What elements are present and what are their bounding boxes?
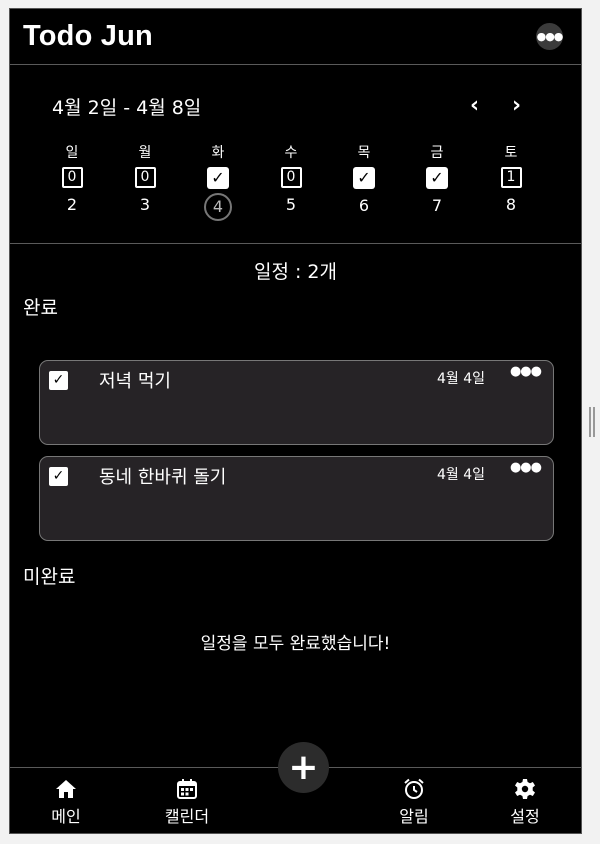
week-range-label: 4월 2일 - 4월 8일 (52, 97, 202, 119)
day-complete-check-icon: ✓ (353, 167, 375, 189)
chevron-left-icon[interactable]: ‹ (470, 95, 479, 117)
day-task-count: 1 (500, 167, 522, 188)
nav-label: 캘린더 (164, 807, 210, 826)
nav-item-calendar[interactable]: 캘린더 (147, 768, 227, 827)
day-name: 월 (138, 145, 152, 161)
nav-label: 알림 (399, 807, 429, 826)
day-date: 2 (66, 195, 78, 214)
plus-icon: + (288, 746, 319, 788)
day-date: 3 (139, 195, 151, 214)
task-more-icon[interactable]: ●●● (510, 364, 542, 379)
day-name: 금 (430, 145, 444, 161)
gear-icon (515, 779, 535, 799)
day-task-count: 0 (134, 167, 156, 188)
checkbox-checked-icon[interactable]: ✓ (49, 467, 68, 486)
task-date: 4월 4일 (436, 371, 485, 387)
nav-item-main[interactable]: 메인 (26, 768, 106, 827)
task-title: 동네 한바퀴 돌기 (99, 467, 227, 488)
more-options-button[interactable]: ●●● (536, 23, 563, 50)
task-card[interactable]: ✓ 동네 한바퀴 돌기 4월 4일 ●●● (39, 456, 554, 541)
nav-item-alarm[interactable]: 알림 (374, 768, 454, 827)
day-complete-check-icon: ✓ (207, 167, 229, 189)
day-thursday[interactable]: 목 ✓ 6 (344, 143, 384, 219)
day-date: 8 (505, 195, 517, 214)
day-saturday[interactable]: 토 1 8 (491, 143, 531, 218)
add-task-button[interactable]: + (278, 742, 329, 793)
day-task-count: 0 (280, 167, 302, 188)
day-name: 목 (357, 145, 371, 161)
task-card[interactable]: ✓ 저녁 먹기 4월 4일 ●●● (39, 360, 554, 445)
nav-label: 메인 (51, 807, 81, 826)
empty-state-message: 일정을 모두 완료했습니다! (200, 634, 391, 654)
task-more-icon[interactable]: ●●● (510, 460, 542, 475)
week-selector: 4월 2일 - 4월 8일 ‹ › 일 0 2 월 0 3 화 ✓ 4 수 0 … (10, 65, 581, 244)
day-date: 5 (285, 195, 297, 214)
app-title: Todo Jun (23, 20, 153, 52)
calendar-icon (177, 779, 197, 799)
chevron-right-icon[interactable]: › (512, 95, 521, 117)
task-summary: 일정 : 2개 (253, 261, 337, 283)
completed-section-title: 완료 (23, 297, 58, 319)
task-date: 4월 4일 (436, 467, 485, 483)
alarm-clock-icon (404, 778, 424, 799)
day-date-today: 4 (198, 193, 238, 221)
ellipsis-icon: ●●● (536, 30, 564, 43)
nav-item-settings[interactable]: 설정 (485, 768, 565, 827)
day-name: 토 (504, 145, 518, 161)
app-header: Todo Jun ●●● (10, 9, 581, 65)
resize-handle[interactable] (589, 407, 595, 437)
day-monday[interactable]: 월 0 3 (125, 143, 165, 218)
day-name: 수 (284, 145, 298, 161)
day-name: 화 (211, 145, 225, 161)
checkbox-checked-icon[interactable]: ✓ (49, 371, 68, 390)
day-friday[interactable]: 금 ✓ 7 (417, 143, 457, 219)
day-tuesday[interactable]: 화 ✓ 4 (198, 143, 238, 221)
day-sunday[interactable]: 일 0 2 (52, 143, 92, 218)
home-icon (56, 780, 76, 798)
nav-label: 설정 (510, 807, 540, 826)
day-name: 일 (65, 145, 79, 161)
day-date: 6 (358, 196, 370, 215)
task-title: 저녁 먹기 (99, 371, 171, 392)
day-date: 7 (431, 196, 443, 215)
day-wednesday[interactable]: 수 0 5 (271, 143, 311, 218)
incomplete-section-title: 미완료 (23, 566, 76, 588)
day-complete-check-icon: ✓ (426, 167, 448, 189)
app-frame: Todo Jun ●●● 4월 2일 - 4월 8일 ‹ › 일 0 2 월 0… (9, 8, 582, 834)
day-task-count: 0 (61, 167, 83, 188)
